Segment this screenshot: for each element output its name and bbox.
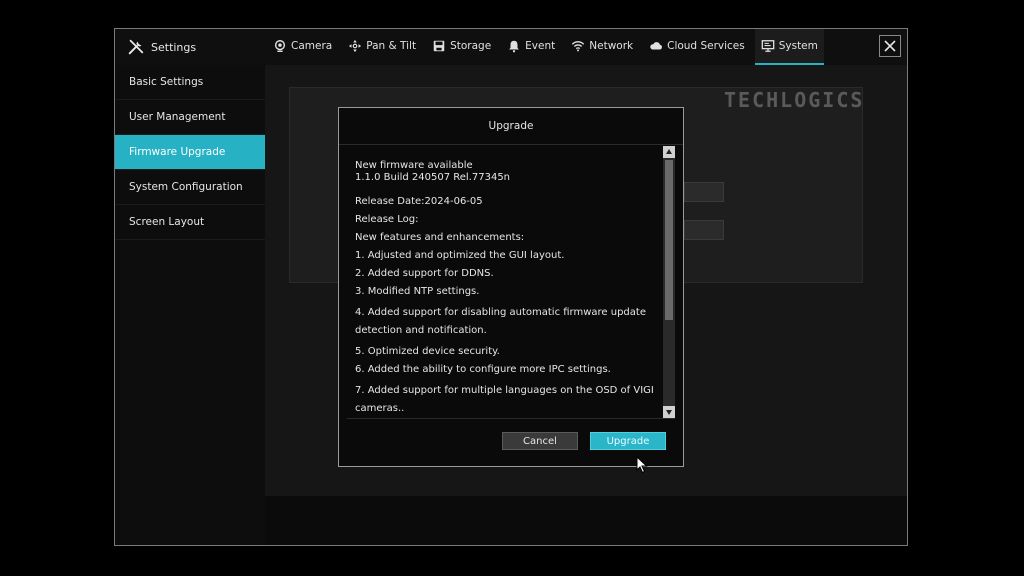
cancel-button[interactable]: Cancel [502,432,578,450]
upgrade-dialog: Upgrade New firmware available 1.1.0 Bui… [338,107,684,467]
release-notes: New firmware available 1.1.0 Build 24050… [347,146,675,419]
upgrade-button[interactable]: Upgrade [590,432,666,450]
firmware-available-text: New firmware available [355,160,473,171]
release-item: 7. Added support for multiple languages … [355,385,654,414]
modal-overlay: Upgrade New firmware available 1.1.0 Bui… [0,0,1024,576]
release-item: 4. Added support for disabling automatic… [355,307,646,336]
release-item: 3. Modified NTP settings. [355,286,480,297]
triangle-down-icon [666,410,672,415]
features-header: New features and enhancements: [355,232,525,243]
release-item: 5. Optimized device security. [355,346,500,357]
release-item: 2. Added support for DDNS. [355,268,494,279]
mouse-cursor-icon [636,456,648,474]
release-date-text: Release Date:2024-06-05 [355,196,483,207]
release-item: 1. Adjusted and optimized the GUI layout… [355,250,565,261]
firmware-version-text: 1.1.0 Build 240507 Rel.77345n [355,172,511,183]
scrollbar[interactable] [663,146,675,418]
dialog-title: Upgrade [339,108,683,145]
release-log-label: Release Log: [355,214,419,225]
scroll-up-button[interactable] [663,146,675,158]
scrollbar-thumb[interactable] [665,160,673,320]
triangle-up-icon [666,149,672,154]
scroll-down-button[interactable] [663,406,675,418]
release-item: 6. Added the ability to configure more I… [355,364,611,375]
release-notes-text: New firmware available 1.1.0 Build 24050… [355,160,660,418]
